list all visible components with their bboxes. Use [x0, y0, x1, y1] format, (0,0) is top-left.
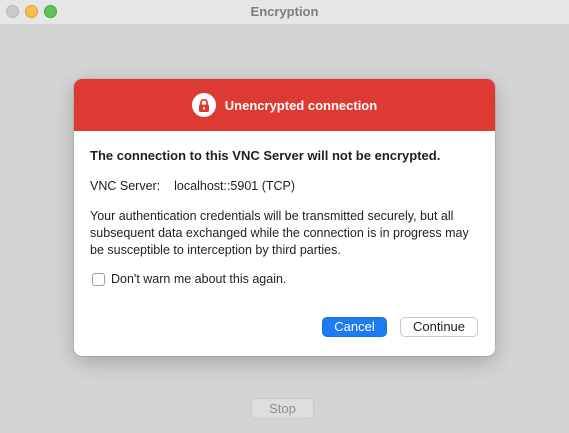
- dialog-buttons: Cancel Continue: [322, 317, 478, 337]
- dialog-header: Unencrypted connection: [74, 79, 495, 131]
- dont-warn-checkbox[interactable]: [92, 272, 105, 286]
- dialog-body: The connection to this VNC Server will n…: [74, 131, 495, 286]
- server-row: VNC Server: localhost::5901 (TCP): [90, 179, 479, 193]
- window-title: Encryption: [250, 4, 319, 19]
- dont-warn-label[interactable]: Don't warn me about this again.: [111, 272, 286, 286]
- encryption-warning-dialog: Unencrypted connection The connection to…: [74, 79, 495, 356]
- dont-warn-row[interactable]: Don't warn me about this again.: [90, 272, 479, 286]
- cancel-button[interactable]: Cancel: [322, 317, 387, 337]
- warning-headline: The connection to this VNC Server will n…: [90, 148, 441, 163]
- server-label: VNC Server:: [90, 179, 161, 193]
- continue-button[interactable]: Continue: [400, 317, 478, 337]
- dialog-title: Unencrypted connection: [224, 97, 378, 113]
- stop-button[interactable]: Stop: [251, 398, 314, 419]
- warning-message: Your authentication credentials will be …: [90, 209, 469, 257]
- lock-icon: [191, 93, 216, 117]
- window-titlebar: Encryption: [0, 0, 569, 24]
- server-value: localhost::5901 (TCP): [174, 179, 296, 193]
